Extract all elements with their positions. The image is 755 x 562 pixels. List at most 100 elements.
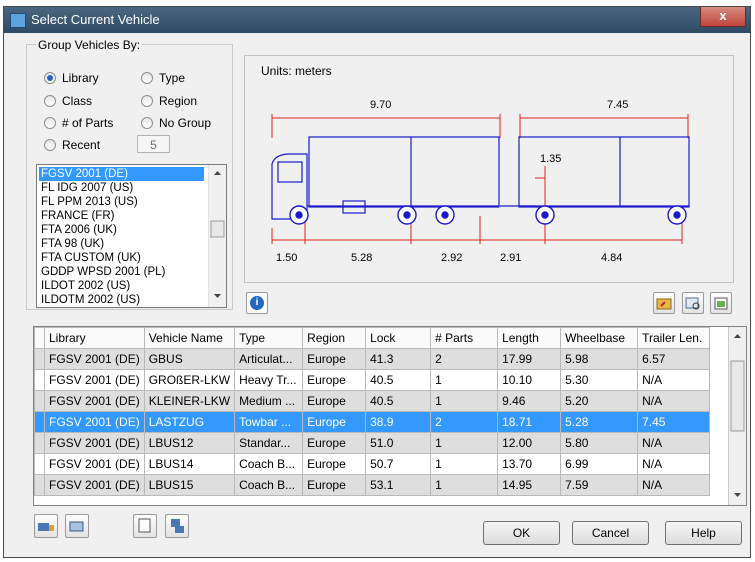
radio-label: # of Parts [62,116,114,130]
table-row[interactable]: FGSV 2001 (DE) GROßER-LKW Heavy Tr... Europ… [34,369,711,391]
radio-region[interactable]: Region [141,94,197,108]
col-header-vehicle-name[interactable]: Vehicle Name [143,327,236,349]
cancel-button[interactable]: Cancel [572,521,649,545]
col-header-parts[interactable]: # Parts [430,327,499,349]
import-vehicle-button[interactable] [165,514,189,538]
export-vehicle-button[interactable] [710,292,732,314]
list-item[interactable]: FRANCE (FR) [39,209,114,223]
radio-library[interactable]: Library [44,71,99,85]
row-marker [34,369,45,391]
table-row[interactable]: FGSV 2001 (DE) LBUS14 Coach B... Europe 50.7… [34,453,711,475]
vehicle-preview-icon [685,297,700,310]
vehicle-table[interactable]: Library Vehicle Name Type Region Lock # … [33,326,747,506]
cell: Europe [302,411,367,433]
cell: 7.59 [560,474,639,496]
help-button[interactable]: Help [665,521,742,545]
dimension-lines [271,114,689,244]
radio-num-parts[interactable]: # of Parts [44,116,113,130]
cell: 13.70 [497,453,562,475]
folder-open-icon [656,298,672,310]
cell: Towbar ... [234,411,304,433]
radio-no-group[interactable]: No Group [141,116,211,130]
vehicle-grid: Library Vehicle Name Type Region Lock # … [34,327,711,496]
table-row-selected[interactable]: FGSV 2001 (DE) LASTZUG Towbar ... Europe 38.… [34,411,711,433]
cell: Europe [302,369,367,391]
cell: Standar... [234,432,304,454]
col-header-lock[interactable]: Lock [365,327,432,349]
library-listbox[interactable]: FGSV 2001 (DE) FL IDG 2007 (US) FL PPM 2… [36,164,227,308]
truck-edit-icon [69,521,84,532]
list-item[interactable]: FTA 2006 (UK) [39,223,117,237]
cell: 2 [430,348,499,370]
ok-button[interactable]: OK [483,521,560,545]
recent-count-field[interactable]: 5 [137,135,170,153]
cell: 5.20 [560,390,639,412]
col-header-type[interactable]: Type [234,327,304,349]
cell: 14.95 [497,474,562,496]
col-header[interactable] [34,327,45,349]
dim-drawbar: 2.91 [500,252,521,264]
vehicle-preview-panel: Units: meters 9.70 7.45 1.35 1.50 5.28 2… [244,55,734,283]
col-header-trailer-len[interactable]: Trailer Len. [637,327,711,349]
list-item[interactable]: FTA 98 (UK) [39,237,104,251]
col-header-region[interactable]: Region [302,327,367,349]
scroll-down-arrow-icon [214,294,221,298]
col-header-length[interactable]: Length [497,327,562,349]
list-item[interactable]: FL IDG 2007 (US) [39,181,133,195]
cell: LBUS12 [143,432,236,454]
dim-rear-overhang: 2.92 [441,252,462,264]
table-row[interactable]: FGSV 2001 (DE) LBUS15 Coach B... Europe 53.1… [34,474,711,496]
radio-label: Type [159,71,186,85]
col-header-wheelbase[interactable]: Wheelbase [560,327,639,349]
close-button[interactable]: x [700,7,746,27]
radio-indicator [141,72,153,84]
radio-label: Region [159,94,198,108]
cell: FGSV 2001 (DE) [44,411,145,433]
list-item[interactable]: ILDOTM 2002 (US) [39,293,140,307]
cell: 12.00 [497,432,562,454]
cell: N/A [637,432,711,454]
table-row[interactable]: FGSV 2001 (DE) LBUS12 Standar... Europe 51.0… [34,432,711,454]
cell: 5.30 [560,369,639,391]
radio-class[interactable]: Class [44,94,92,108]
list-item[interactable]: FL PPM 2013 (US) [39,195,138,209]
list-item[interactable]: FGSV 2001 (DE) [39,167,204,181]
cell: 10.10 [497,369,562,391]
scroll-thumb [730,360,745,432]
new-vehicle-button[interactable] [34,514,58,538]
vehicle-diagram: 9.70 7.45 1.35 1.50 5.28 2.92 2.91 4.84 [271,99,690,264]
list-item[interactable]: GDDP WPSD 2001 (PL) [39,265,165,279]
library-scrollbar[interactable] [208,165,226,307]
table-row[interactable]: FGSV 2001 (DE) GBUS Articulat... Europe 41.3… [34,348,711,370]
cell: 18.71 [497,411,562,433]
list-item[interactable]: FTA CUSTOM (UK) [39,251,141,265]
group-vehicles-title: Group Vehicles By: [36,38,143,52]
cell: 41.3 [365,348,432,370]
dim-length-trailer: 7.45 [607,99,628,111]
copy-vehicle-button[interactable] [133,514,157,538]
app-icon [10,13,26,28]
row-marker [34,453,45,475]
title-bar[interactable]: Select Current Vehicle x [4,7,750,33]
radio-recent[interactable]: Recent [44,138,100,152]
radio-type[interactable]: Type [141,71,185,85]
info-button[interactable]: i [246,292,268,314]
radio-indicator [44,72,56,84]
radio-label: No Group [159,116,212,130]
cell: N/A [637,453,711,475]
import-icon [171,519,184,533]
table-scrollbar[interactable] [728,327,746,505]
edit-vehicle-button[interactable] [65,514,89,538]
cell: 6.99 [560,453,639,475]
cell: Europe [302,390,367,412]
copy-icon [138,518,151,533]
col-header-library[interactable]: Library [44,327,145,349]
open-library-button[interactable] [653,292,675,314]
cell: 5.98 [560,348,639,370]
preview-vehicle-button[interactable] [682,292,704,314]
cell: Coach B... [234,474,304,496]
table-row[interactable]: FGSV 2001 (DE) KLEINER-LKW Medium ... Europ… [34,390,711,412]
cell: 51.0 [365,432,432,454]
cell: Europe [302,348,367,370]
list-item[interactable]: ILDOT 2002 (US) [39,279,130,293]
